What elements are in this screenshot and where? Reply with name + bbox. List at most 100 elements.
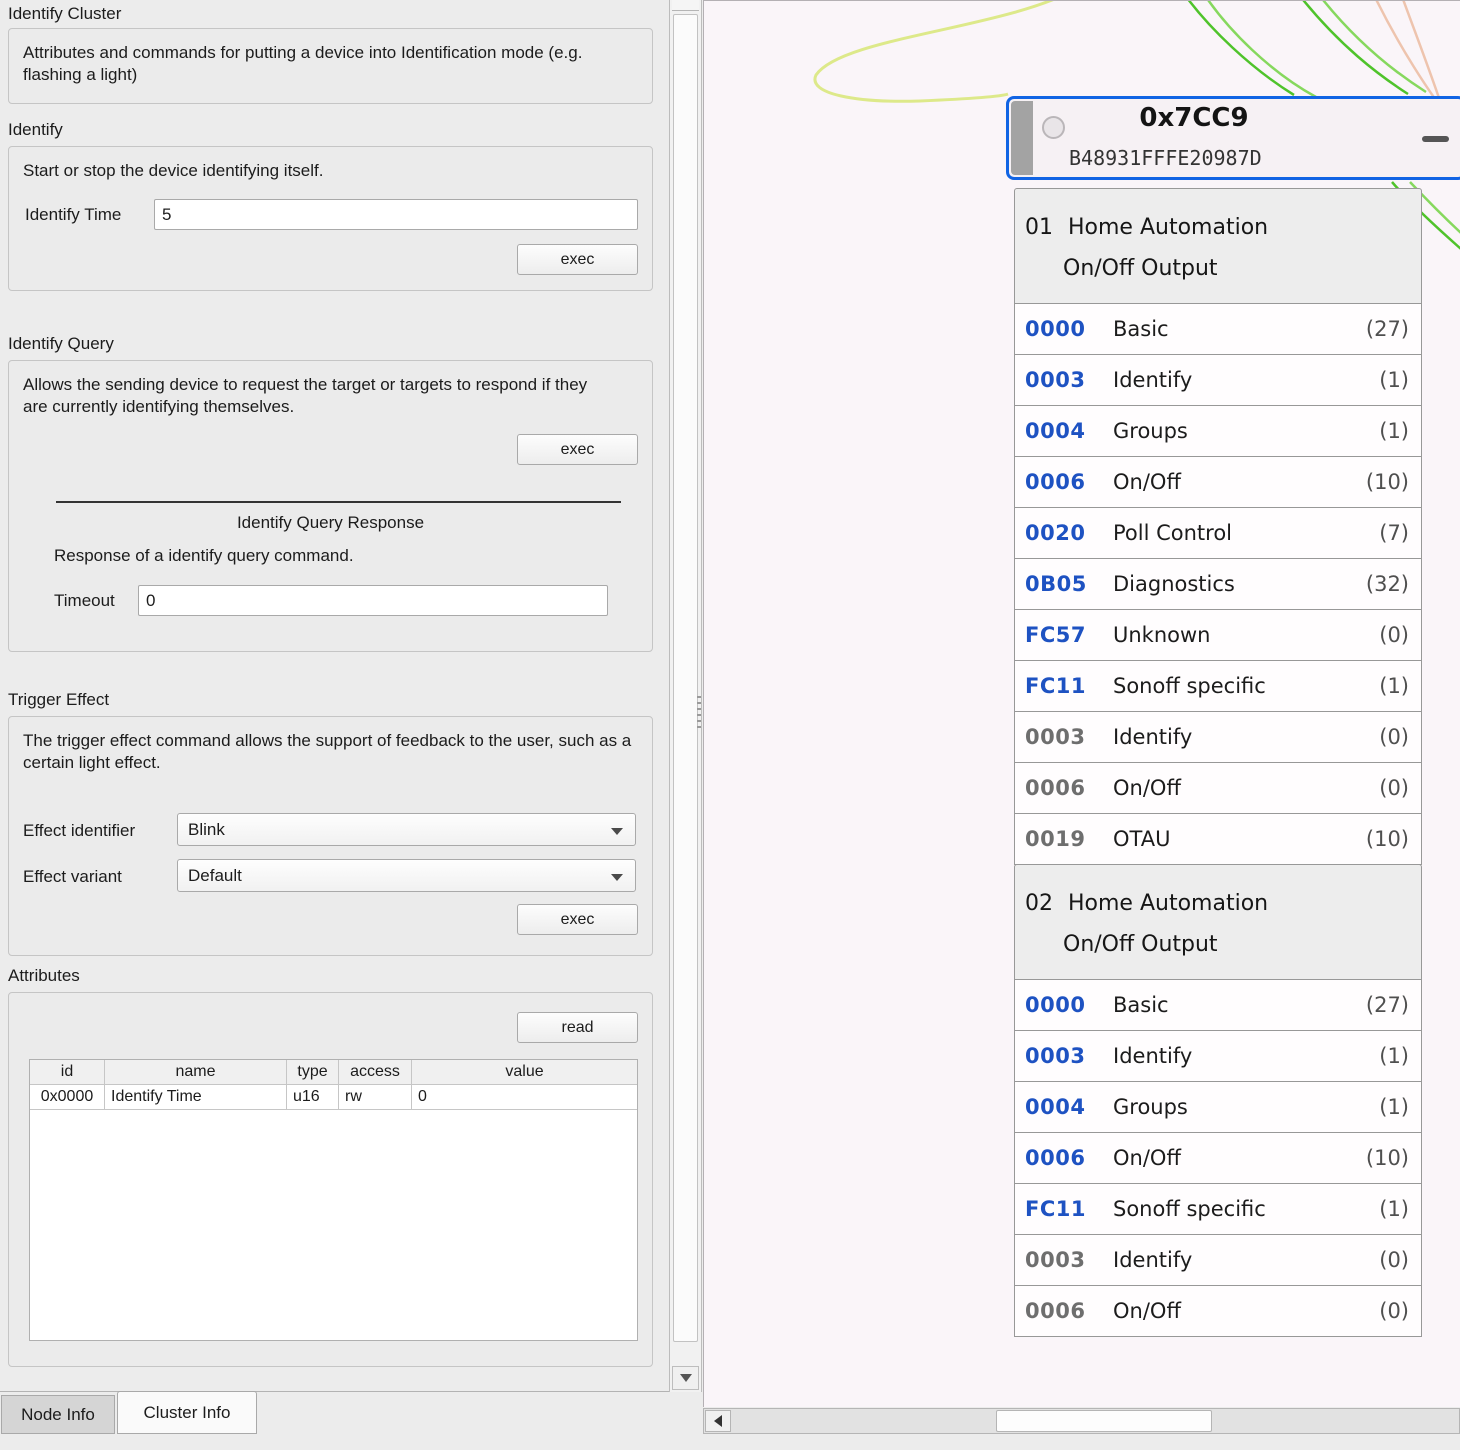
cluster-name: Diagnostics <box>1087 572 1366 596</box>
arrow-left-icon <box>714 1415 722 1427</box>
identify-query-exec-button[interactable]: exec <box>517 434 638 465</box>
trigger-effect-frame: The trigger effect command allows the su… <box>8 716 653 956</box>
cluster-id: 0020 <box>1015 521 1087 545</box>
cluster-name: Identify <box>1087 725 1379 749</box>
trigger-effect-exec-button[interactable]: exec <box>517 904 638 935</box>
endpoint-profile: Home Automation <box>1068 215 1268 240</box>
identify-time-input[interactable]: 5 <box>154 199 638 230</box>
link-curve-green <box>1202 1 1316 97</box>
cluster-name: Groups <box>1087 1095 1379 1119</box>
cluster-row-0B05[interactable]: 0B05Diagnostics(32) <box>1014 558 1422 610</box>
node-drag-handle[interactable] <box>1011 101 1033 175</box>
cluster-row-0006[interactable]: 0006On/Off(10) <box>1014 1132 1422 1184</box>
cluster-attribute-count: (10) <box>1366 827 1421 851</box>
cluster-attribute-count: (0) <box>1379 1248 1421 1272</box>
tab-cluster-info[interactable]: Cluster Info <box>117 1391 257 1434</box>
identify-cluster-title: Identify Cluster <box>8 4 121 24</box>
cluster-row-0003[interactable]: 0003Identify(1) <box>1014 1030 1422 1082</box>
network-graph-canvas[interactable]: 0x7CC9 B48931FFFE20987D 01Home Automatio… <box>703 0 1460 1407</box>
chevron-down-icon <box>611 874 623 881</box>
cluster-row-0000[interactable]: 0000Basic(27) <box>1014 303 1422 355</box>
cluster-attribute-count: (1) <box>1379 368 1421 392</box>
cluster-id: FC11 <box>1015 1197 1087 1221</box>
effect-variant-label: Effect variant <box>23 867 122 887</box>
column-header-name[interactable]: name <box>105 1060 287 1085</box>
column-header-value[interactable]: value <box>412 1060 637 1085</box>
identify-query-response-title: Identify Query Response <box>9 513 652 533</box>
cluster-row-0000[interactable]: 0000Basic(27) <box>1014 979 1422 1031</box>
cluster-attribute-count: (7) <box>1379 521 1421 545</box>
column-header-type[interactable]: type <box>287 1060 339 1085</box>
minimize-icon[interactable] <box>1422 136 1449 142</box>
node-widget-header[interactable]: 0x7CC9 B48931FFFE20987D <box>1006 96 1460 180</box>
cluster-row-0006[interactable]: 0006On/Off(0) <box>1014 1285 1422 1337</box>
cluster-id: 0000 <box>1015 993 1087 1017</box>
column-header-access[interactable]: access <box>339 1060 412 1085</box>
cluster-row-0003[interactable]: 0003Identify(0) <box>1014 711 1422 763</box>
cluster-row-FC57[interactable]: FC57Unknown(0) <box>1014 609 1422 661</box>
tab-node-info[interactable]: Node Info <box>1 1395 115 1434</box>
cluster-name: Identify <box>1087 368 1379 392</box>
cluster-row-0003[interactable]: 0003Identify(0) <box>1014 1234 1422 1286</box>
cluster-row-0006[interactable]: 0006On/Off(10) <box>1014 456 1422 508</box>
cluster-row-FC11[interactable]: FC11Sonoff specific(1) <box>1014 1183 1422 1235</box>
cluster-id: 0003 <box>1015 1044 1087 1068</box>
separator-line <box>56 501 621 503</box>
scrollbar-thumb[interactable] <box>673 14 698 1342</box>
timeout-input[interactable]: 0 <box>138 585 608 616</box>
cluster-attribute-count: (1) <box>1379 1095 1421 1119</box>
column-header-id[interactable]: id <box>30 1060 105 1085</box>
effect-identifier-label: Effect identifier <box>23 821 135 841</box>
scrollbar-thumb[interactable] <box>996 1410 1212 1432</box>
endpoint-header-01[interactable]: 01Home AutomationOn/Off Output <box>1014 188 1422 304</box>
cluster-id: 0006 <box>1015 1146 1087 1170</box>
identify-query-title: Identify Query <box>8 334 114 354</box>
cluster-name: Identify <box>1087 1248 1379 1272</box>
cluster-attribute-count: (1) <box>1379 1197 1421 1221</box>
scroll-up-button[interactable] <box>672 0 699 11</box>
cluster-row-0004[interactable]: 0004Groups(1) <box>1014 405 1422 457</box>
cluster-name: On/Off <box>1087 470 1366 494</box>
table-cell: u16 <box>287 1085 339 1110</box>
endpoint-header-02[interactable]: 02Home AutomationOn/Off Output <box>1014 864 1422 980</box>
table-cell: 0x0000 <box>30 1085 105 1110</box>
identify-query-frame: Allows the sending device to request the… <box>8 360 653 652</box>
identify-cluster-description: Attributes and commands for putting a de… <box>23 42 631 86</box>
read-button[interactable]: read <box>517 1012 638 1043</box>
canvas-horizontal-scrollbar[interactable] <box>703 1408 1460 1434</box>
cluster-name: Identify <box>1087 1044 1379 1068</box>
cluster-name: Sonoff specific <box>1087 674 1379 698</box>
cluster-attribute-count: (0) <box>1379 623 1421 647</box>
splitter-handle[interactable] <box>697 696 701 728</box>
cluster-row-FC11[interactable]: FC11Sonoff specific(1) <box>1014 660 1422 712</box>
effect-variant-value: Default <box>188 866 242 886</box>
scroll-down-button[interactable] <box>672 1366 699 1390</box>
attributes-frame: read idnametypeaccessvalue0x0000Identify… <box>8 992 653 1367</box>
scroll-left-button[interactable] <box>705 1410 731 1432</box>
table-cell: Identify Time <box>105 1085 287 1110</box>
effect-identifier-select[interactable]: Blink <box>177 813 636 846</box>
cluster-info-panel: Identify Cluster Attributes and commands… <box>0 0 660 1392</box>
cluster-row-0003[interactable]: 0003Identify(1) <box>1014 354 1422 406</box>
node-title: 0x7CC9 <box>1049 103 1339 133</box>
cluster-row-0004[interactable]: 0004Groups(1) <box>1014 1081 1422 1133</box>
attributes-table-header: idnametypeaccessvalue <box>30 1060 637 1085</box>
identify-cluster-frame: Attributes and commands for putting a de… <box>8 28 653 104</box>
identify-exec-button[interactable]: exec <box>517 244 638 275</box>
cluster-name: Unknown <box>1087 623 1379 647</box>
effect-variant-select[interactable]: Default <box>177 859 636 892</box>
cluster-attribute-count: (10) <box>1366 1146 1421 1170</box>
cluster-attribute-count: (27) <box>1366 317 1421 341</box>
cluster-id: 0003 <box>1015 1248 1087 1272</box>
tabbar-divider <box>0 1391 701 1392</box>
endpoint-cluster-list: 01Home AutomationOn/Off Output0000Basic(… <box>1014 189 1422 1337</box>
cluster-id: 0B05 <box>1015 572 1087 596</box>
table-row[interactable]: 0x0000Identify Timeu16rw0 <box>30 1085 637 1110</box>
endpoint-device-type: On/Off Output <box>1015 916 1421 957</box>
cluster-row-0019[interactable]: 0019OTAU(10) <box>1014 813 1422 865</box>
cluster-name: Groups <box>1087 419 1379 443</box>
cluster-row-0006[interactable]: 0006On/Off(0) <box>1014 762 1422 814</box>
cluster-row-0020[interactable]: 0020Poll Control(7) <box>1014 507 1422 559</box>
attributes-table[interactable]: idnametypeaccessvalue0x0000Identify Time… <box>29 1059 638 1341</box>
table-cell: rw <box>339 1085 412 1110</box>
